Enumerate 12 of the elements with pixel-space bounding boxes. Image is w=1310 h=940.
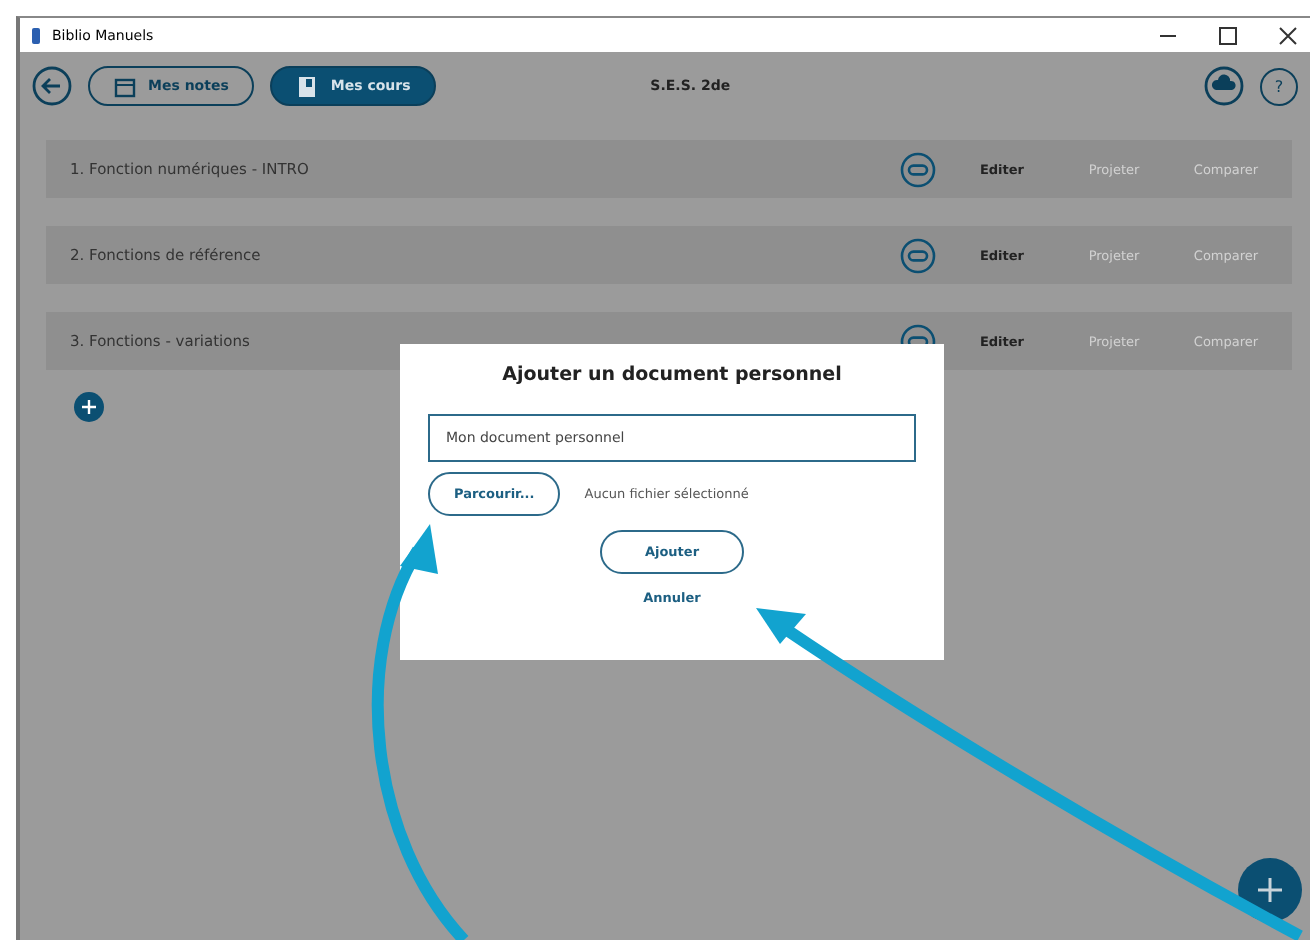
cloud-icon[interactable] xyxy=(1204,66,1244,106)
book-icon xyxy=(32,27,40,43)
add-button[interactable] xyxy=(74,392,104,422)
back-icon[interactable] xyxy=(32,66,72,106)
maximize-icon[interactable] xyxy=(1218,25,1238,45)
close-icon[interactable] xyxy=(1278,25,1298,45)
dialog-title: Ajouter un document personnel xyxy=(502,364,842,386)
help-button[interactable]: ? xyxy=(1260,67,1298,105)
notebook-icon xyxy=(296,75,319,97)
calendar-icon xyxy=(114,75,136,97)
plus-icon xyxy=(82,400,96,414)
plus-icon xyxy=(1258,878,1282,902)
